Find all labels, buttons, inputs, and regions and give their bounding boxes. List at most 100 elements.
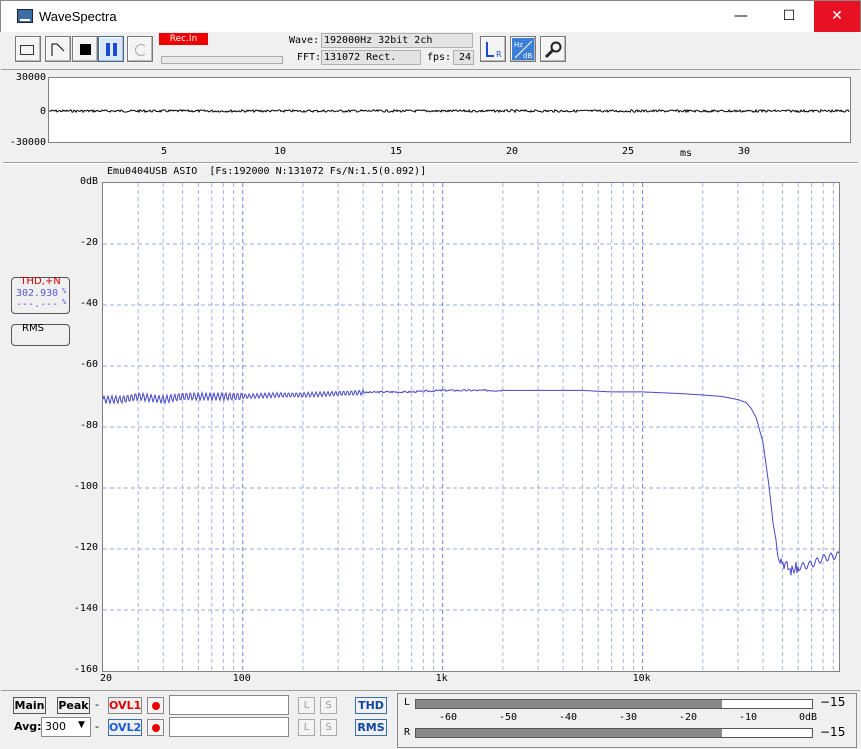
rms-label: RMS: [22, 323, 44, 334]
thd-value: 302.930: [16, 288, 59, 299]
s-button-2[interactable]: S: [320, 719, 337, 736]
wave-y-tick: -30000: [9, 137, 46, 148]
bottom-bar: Main Peak - OVL1 L S THD Avg: 300 ▼ - OV…: [1, 690, 860, 749]
spectrum-y-tick: -20: [79, 237, 98, 248]
thd-unit: %: [62, 287, 67, 295]
close-button[interactable]: ✕: [814, 1, 860, 32]
record-r-button[interactable]: [147, 719, 164, 736]
meter-r-label: R: [404, 727, 411, 738]
meter-r-fill: [416, 729, 722, 737]
meter-l-label: L: [404, 697, 411, 708]
svg-text:dB: dB: [523, 52, 532, 60]
meter-scale: -60 -50 -40 -30 -20 -10 0dB: [398, 712, 858, 724]
spectrum-header: Emu0404USB ASIO [Fs:192000 N:131072 Fs/N…: [107, 166, 427, 177]
waveform-plot[interactable]: [48, 77, 851, 143]
waveform-panel: 30000 0 -30000 5 10 15 20 25 30 ms: [8, 72, 853, 162]
window-title: WaveSpectra: [39, 9, 117, 24]
svg-text:R: R: [496, 50, 502, 59]
stop-icon: [80, 44, 91, 55]
stop-button[interactable]: [72, 36, 98, 62]
generate-button[interactable]: [45, 36, 71, 62]
avg-select[interactable]: 300 ▼: [41, 717, 91, 737]
ovl1-indicator: OVL1: [108, 697, 142, 714]
meter-l-fill: [416, 700, 722, 708]
avg-label: Avg:: [14, 720, 42, 733]
wave-x-tick: 15: [389, 146, 403, 157]
fps-field: 24: [453, 50, 474, 65]
spectrum-x-tick: 10k: [632, 673, 651, 684]
meter-tick-label: -40: [559, 712, 578, 723]
rec-level-slider[interactable]: [161, 56, 283, 64]
fft-setting-field[interactable]: 131072 Rect.: [321, 50, 421, 65]
spectrum-x-tick: 100: [232, 673, 251, 684]
s-button-1[interactable]: S: [320, 697, 337, 714]
meter-tick-label: -30: [619, 712, 638, 723]
loop-button[interactable]: [127, 36, 153, 62]
hz-db-button[interactable]: Hz dB: [510, 36, 536, 62]
thd-sub-unit: %: [62, 298, 67, 306]
spectrum-y-tick: -140: [73, 603, 98, 614]
spectrum-y-tick: -120: [73, 542, 98, 553]
meter-tick-label: -10: [739, 712, 758, 723]
meter-r-track: [415, 728, 813, 738]
wave-x-tick: 20: [505, 146, 519, 157]
pause-button[interactable]: [98, 36, 124, 62]
spectrum-y-tick: 0dB: [79, 176, 98, 187]
fft-label: FFT:: [297, 52, 322, 63]
l-button-1[interactable]: L: [298, 697, 315, 714]
spectrum-series-line: [103, 388, 839, 576]
meter-l-value: −15: [820, 695, 846, 709]
wave-x-tick: 25: [621, 146, 635, 157]
wave-label: Wave:: [289, 35, 320, 46]
minimize-button[interactable]: —: [718, 1, 764, 32]
app-icon: [17, 9, 33, 23]
wave-y-tick: 30000: [15, 72, 46, 83]
meter-tick-label: -60: [439, 712, 458, 723]
channel-lr-button[interactable]: R: [480, 36, 506, 62]
spectrum-y-tick: -100: [73, 481, 98, 492]
settings-wrench-icon: [544, 41, 562, 59]
chevron-down-icon: ▼: [78, 720, 85, 730]
main-button[interactable]: Main: [13, 697, 46, 714]
generate-icon: [51, 43, 65, 56]
thd-label: THD,+N: [20, 276, 61, 287]
spectrum-plot[interactable]: [102, 182, 840, 672]
open-file-button[interactable]: [15, 36, 41, 62]
l-button-2[interactable]: L: [298, 719, 315, 736]
ovl2-indicator: OVL2: [108, 719, 142, 736]
rms-readout: RMS: [11, 323, 70, 346]
meter-tick-label: -20: [679, 712, 698, 723]
level-meter-panel: L R -60 -50 -40 -30 -20 -10 0dB −15 −15: [397, 693, 857, 748]
settings-button[interactable]: [540, 36, 566, 62]
meter-l-track: [415, 699, 813, 709]
waveform-trace: [49, 108, 850, 114]
maximize-button[interactable]: ☐: [766, 1, 812, 32]
spectrum-y-tick: -60: [79, 359, 98, 370]
spectrum-y-tick: -80: [79, 420, 98, 431]
spectrum-x-tick: 1k: [435, 673, 448, 684]
wave-x-unit: ms: [679, 148, 693, 159]
open-file-icon: [20, 45, 34, 55]
meter-tick-label: -50: [499, 712, 518, 723]
rec-in-indicator: Rec.In: [159, 33, 208, 45]
file-name-field-2[interactable]: [169, 717, 289, 737]
wave-x-tick: 5: [160, 146, 168, 157]
svg-text:Hz: Hz: [514, 41, 523, 49]
wave-format-field: 192000Hz 32bit 2ch: [321, 33, 473, 48]
thd-readout: THD,+N 302.930 % ---.--- %: [11, 276, 70, 314]
thd-button[interactable]: THD: [355, 697, 387, 714]
panel-separator[interactable]: [3, 162, 858, 164]
dash-separator: -: [95, 698, 99, 711]
peak-button[interactable]: Peak: [57, 697, 90, 714]
avg-select-value: 300: [45, 720, 66, 733]
pause-icon: [106, 43, 110, 56]
wave-y-tick: 0: [39, 106, 46, 117]
fps-label: fps:: [427, 52, 452, 63]
rms-button[interactable]: RMS: [355, 719, 387, 736]
file-name-field-1[interactable]: [169, 695, 289, 715]
record-l-button[interactable]: [147, 697, 164, 714]
loop-icon: [135, 44, 147, 56]
wave-x-tick: 10: [273, 146, 287, 157]
channel-lr-icon: R: [486, 42, 502, 59]
hz-db-icon: Hz dB: [514, 40, 532, 60]
